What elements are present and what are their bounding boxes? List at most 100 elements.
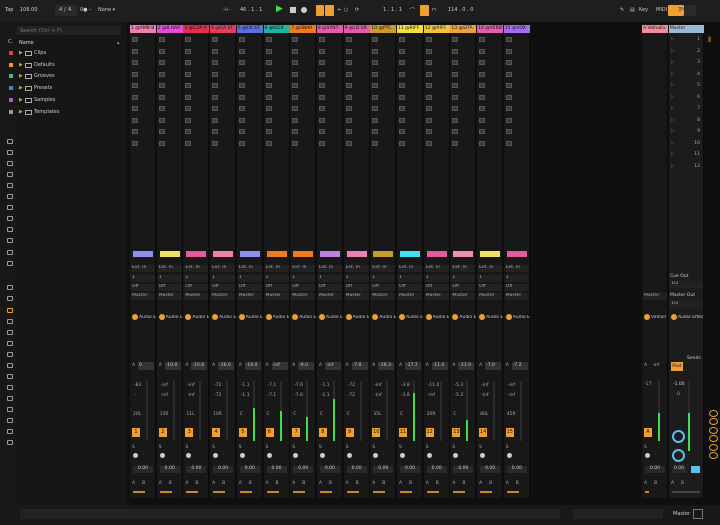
monitor-menu[interactable]: Off xyxy=(211,284,236,291)
clip-slot-stop-icon[interactable] xyxy=(132,117,138,123)
clip-slot-stop-icon[interactable] xyxy=(238,60,245,65)
scene-launch-button[interactable]: ▷ 6 xyxy=(671,95,702,100)
clip-slot-stop-icon[interactable] xyxy=(372,94,379,100)
clip-slot-stop-icon[interactable] xyxy=(452,60,459,65)
crossfade-b[interactable]: B xyxy=(436,481,439,486)
clip-slot-stop-icon[interactable] xyxy=(185,94,192,100)
clip-slot-stop-icon[interactable] xyxy=(399,140,405,146)
solo-button[interactable]: S xyxy=(506,445,509,450)
crossfade-b[interactable]: B xyxy=(142,481,145,486)
send-knob[interactable] xyxy=(399,314,405,320)
pan-field[interactable]: 0.00 xyxy=(346,466,367,473)
places-packs-icon[interactable] xyxy=(7,285,13,290)
clip-slot-stop-icon[interactable] xyxy=(185,117,192,123)
clip-slot-stop-icon[interactable] xyxy=(425,117,432,123)
output-menu[interactable]: Master xyxy=(157,293,182,300)
places-folder-3-icon[interactable] xyxy=(7,352,13,357)
scene-launch-button[interactable]: ▷ 1 xyxy=(671,37,702,42)
clip-slot-stop-icon[interactable] xyxy=(345,48,352,54)
clip-slot-stop-icon[interactable] xyxy=(292,60,299,65)
scene-launch-button[interactable]: ▷ 9 xyxy=(671,129,702,134)
clip-slot-stop-icon[interactable] xyxy=(185,71,192,77)
clip-slot-stop-icon[interactable] xyxy=(158,71,165,77)
crossfade-a[interactable]: A xyxy=(239,481,242,486)
browser-folder-presets[interactable]: ▶ Presets xyxy=(17,84,122,93)
capture-icon[interactable]: ○ xyxy=(344,7,348,13)
view-toggle-5-icon[interactable] xyxy=(709,444,718,451)
clip-slot-stop-icon[interactable] xyxy=(452,129,459,134)
master-out-menu[interactable]: 1/2 xyxy=(670,301,703,308)
send-knob[interactable] xyxy=(425,314,432,320)
clip-slot-stop-icon[interactable] xyxy=(345,71,352,77)
category-samples-icon[interactable] xyxy=(7,227,13,232)
clip-slot-stop-icon[interactable] xyxy=(479,83,486,88)
clip-slot-stop-icon[interactable] xyxy=(158,48,165,54)
scene-launch-button[interactable]: ▷ 3 xyxy=(671,60,702,65)
clip-slot-stop-icon[interactable] xyxy=(372,71,379,77)
scene-launch-button[interactable]: ▷ 2 xyxy=(671,49,702,54)
clip-slot-stop-icon[interactable] xyxy=(505,48,512,54)
clip-slot-stop-icon[interactable] xyxy=(212,48,219,54)
monitor-menu[interactable]: Off xyxy=(184,284,209,291)
track-header[interactable]: 14 @VERB xyxy=(477,25,504,33)
crossfade-b[interactable]: B xyxy=(516,481,519,486)
pan-field[interactable]: 0.00 xyxy=(453,466,474,473)
output-menu[interactable]: Master xyxy=(344,293,369,300)
clip-slot-stop-icon[interactable] xyxy=(505,129,512,134)
track-activator-button[interactable]: 3 xyxy=(185,428,194,437)
loop-start[interactable]: 1 . 1 . 1 xyxy=(383,7,402,13)
monitor-menu[interactable]: Off xyxy=(291,284,316,291)
clip-slot-stop-icon[interactable] xyxy=(132,94,138,100)
clip-slot-stop-icon[interactable] xyxy=(212,37,219,42)
scene-launch-button[interactable]: ▷ 8 xyxy=(671,118,702,123)
crossfade-b[interactable]: B xyxy=(276,481,279,486)
clip-slot-stop-icon[interactable] xyxy=(399,94,405,100)
track-activator-button[interactable]: 2 xyxy=(158,428,167,437)
scene-launch-button[interactable]: ▷ 11 xyxy=(671,152,702,157)
automation-arm-icon[interactable] xyxy=(325,5,334,16)
clip-slot-stop-icon[interactable] xyxy=(132,71,138,77)
clip-slot-stop-icon[interactable] xyxy=(505,94,512,100)
add-icon[interactable]: + xyxy=(337,7,341,13)
clip-slot-stop-icon[interactable] xyxy=(212,106,219,111)
monitor-menu[interactable]: Off xyxy=(317,284,342,291)
track-activator-button[interactable]: 8 xyxy=(318,428,327,437)
clip-slot-stop-icon[interactable] xyxy=(158,60,165,65)
clip-slot-stop-icon[interactable] xyxy=(372,129,379,134)
input-channel-menu[interactable]: 1 xyxy=(371,275,396,282)
send-knob[interactable] xyxy=(452,314,459,320)
clip-slot-stop-icon[interactable] xyxy=(132,140,138,146)
clip-slot-stop-icon[interactable] xyxy=(372,48,379,54)
clip-slot-stop-icon[interactable] xyxy=(318,71,325,77)
output-menu[interactable]: Master xyxy=(451,293,476,300)
clip-slot-stop-icon[interactable] xyxy=(238,48,245,54)
clip-slot-stop-icon[interactable] xyxy=(158,83,165,88)
clip-slot-stop-icon[interactable] xyxy=(345,106,352,111)
follow-icon[interactable]: ⊣⊢ xyxy=(222,7,231,13)
quantize-menu[interactable]: None ▾ xyxy=(98,7,115,13)
input-type-menu[interactable]: Ext. In xyxy=(184,265,209,272)
clip-slot-stop-icon[interactable] xyxy=(479,48,486,54)
crossfade-b[interactable]: B xyxy=(489,481,492,486)
clip-slot-stop-icon[interactable] xyxy=(372,60,379,65)
input-channel-menu[interactable]: 1 xyxy=(131,275,155,282)
solo-button[interactable]: S xyxy=(212,445,215,450)
input-channel-menu[interactable]: 1 xyxy=(211,275,236,282)
output-menu[interactable]: Master xyxy=(291,293,316,300)
return-send-knob[interactable] xyxy=(644,314,650,320)
track-header[interactable]: 8 @SYNT xyxy=(316,25,343,33)
browser-folder-samples[interactable]: ▶ Samples xyxy=(17,96,122,105)
view-toggle-6-icon[interactable] xyxy=(709,452,718,459)
category-midi-effects-icon[interactable] xyxy=(7,183,13,188)
clip-slot-stop-icon[interactable] xyxy=(505,117,512,123)
clip-slot-stop-icon[interactable] xyxy=(265,37,272,42)
clip-slot-stop-icon[interactable] xyxy=(212,94,219,100)
midi-map-button[interactable]: MIDI xyxy=(656,7,667,13)
expand-arrow-icon[interactable]: ▶ xyxy=(19,62,23,68)
clip-slot-stop-icon[interactable] xyxy=(318,60,325,65)
clip-slot-stop-icon[interactable] xyxy=(505,60,512,65)
clip-slot-stop-icon[interactable] xyxy=(212,83,219,88)
monitor-menu[interactable]: Off xyxy=(451,284,476,291)
clip-color-strip[interactable] xyxy=(400,251,420,257)
track-activator-button[interactable]: 12 xyxy=(425,428,434,437)
